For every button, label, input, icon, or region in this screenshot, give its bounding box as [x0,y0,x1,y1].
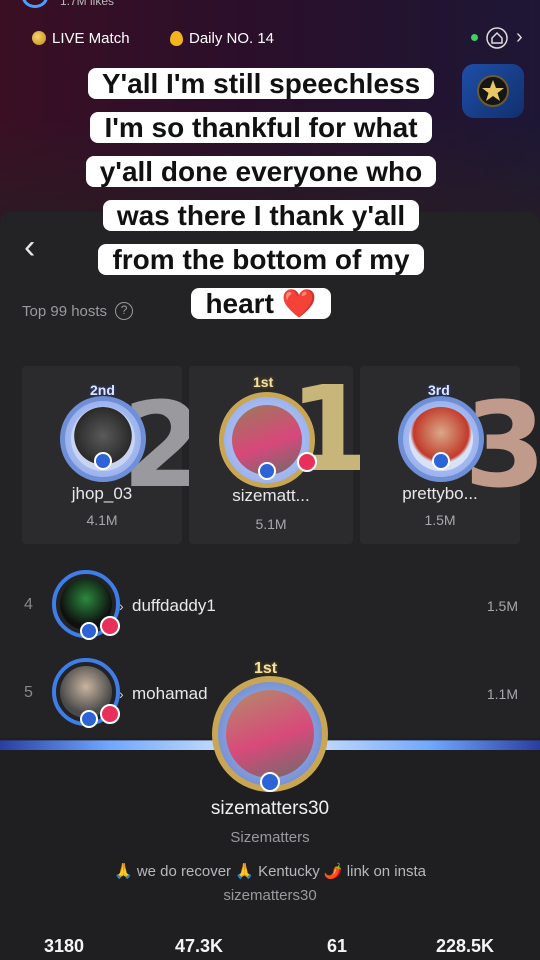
caption-line: Y'all I'm still speechless [87,68,435,99]
caption-line: y'all done everyone who [85,156,437,187]
caption-line: from the bottom of my [98,244,424,275]
live-badge-icon [100,704,120,724]
flame-icon [94,452,112,470]
crown-label: 1st [254,660,278,677]
daily-rank-pill[interactable]: Daily NO. 14 [170,30,274,47]
chevron-right-icon: › [119,686,124,702]
crown-label: 1st [253,374,274,390]
row-rank: 5 [24,684,33,701]
daily-rank-label: Daily NO. 14 [189,29,275,47]
caption-line: heart ❤️ [191,288,331,319]
row-score: 1.5M [486,598,518,614]
top-bar: LIVE Match Daily NO. 14 [0,24,540,52]
podium-card-1[interactable]: 1 1st sizematt... 5.1M [189,366,371,544]
live-match-label: LIVE Match [52,29,130,47]
caption-line: I'm so thankful for what [90,112,432,143]
profile-nickname: Sizematters [230,829,310,846]
row-name: mohamad [132,684,208,703]
host-score: 5.1M [255,516,287,532]
stat-value: 3180 [44,936,85,956]
flame-icon [258,462,276,480]
host-name: sizematt... [232,486,310,505]
crown-label: 3rd [428,382,450,398]
row-name: duffdaddy1 [132,596,216,615]
video-caption: Y'all I'm still speechless I'm so thankfu… [56,62,466,326]
star-badge-icon[interactable] [462,64,524,118]
drop-icon [170,30,183,46]
live-badge-icon [297,452,317,472]
live-match-pill[interactable]: LIVE Match [32,30,130,47]
online-indicator [471,34,478,41]
host-name: jhop_03 [71,484,133,503]
flame-icon [80,710,98,728]
crown-label: 2nd [90,382,115,398]
flame-icon [432,452,450,470]
stat-value: 47.3K [175,936,224,956]
live-badge-icon [100,616,120,636]
likes-count: 1.7M likes [60,0,115,8]
host-score: 4.1M [86,512,118,528]
chevron-right-icon[interactable]: › [516,26,523,48]
coin-icon [32,31,46,45]
podium-card-2[interactable]: 2 2nd jhop_03 4.1M [22,366,204,544]
back-button[interactable]: ‹ [24,230,35,264]
stat-value: 61 [327,936,348,956]
row-score: 1.1M [486,686,518,702]
stat-value: 228.5K [436,936,495,956]
profile-bio-handle: sizematters30 [223,887,317,904]
host-score: 1.5M [424,512,456,528]
podium-card-3[interactable]: 3 3rd prettybo... 1.5M [360,366,540,544]
flame-icon [260,772,280,792]
row-rank: 4 [24,596,33,613]
profile-bio: 🙏 we do recover 🙏 Kentucky 🌶️ link on in… [114,863,426,880]
chevron-right-icon: › [119,598,124,614]
home-icon[interactable] [486,27,508,49]
caption-line: was there I thank y'all [102,200,420,231]
profile-username: sizematters30 [210,798,330,819]
host-name: prettybo... [402,484,478,503]
flame-icon [80,622,98,640]
